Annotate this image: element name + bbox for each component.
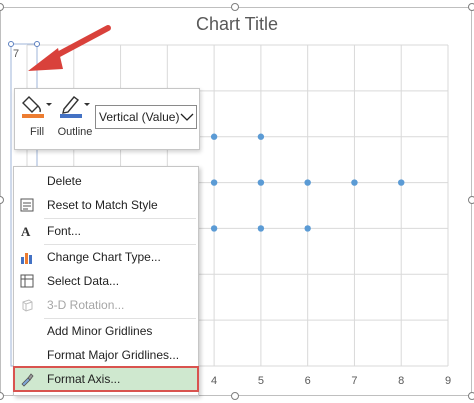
font-icon: A xyxy=(21,224,31,239)
menu-item-label: Reset to Match Style xyxy=(47,198,158,212)
menu-item-select-data[interactable]: Select Data... xyxy=(14,269,198,293)
chevron-down-icon xyxy=(180,113,194,121)
format-axis-icon xyxy=(21,373,34,387)
menu-item-format-axis[interactable]: Format Axis... xyxy=(13,366,199,392)
menu-item-label: Font... xyxy=(47,224,82,238)
menu-item-format-major-gridlines[interactable]: Format Major Gridlines... xyxy=(14,343,198,367)
menu-item-change-chart-type[interactable]: Change Chart Type... xyxy=(14,245,198,269)
menu-item-label: Delete xyxy=(47,174,82,188)
mini-toolbar: Fill Outline Vertical (Value) xyxy=(14,88,200,150)
context-menu: Delete Reset to Match Style A Font... Ch… xyxy=(13,166,199,396)
reset-style-icon xyxy=(20,198,34,212)
menu-item-label: Add Minor Gridlines xyxy=(47,324,153,338)
menu-item-reset-to-match-style[interactable]: Reset to Match Style xyxy=(14,193,198,217)
fill-label: Fill xyxy=(29,126,45,138)
3d-rotation-icon xyxy=(22,299,33,312)
chart-element-selector[interactable]: Vertical (Value) xyxy=(95,105,197,129)
menu-item-label: Change Chart Type... xyxy=(47,250,161,264)
menu-item-label: Format Axis... xyxy=(47,372,121,386)
svg-text:A: A xyxy=(21,224,31,239)
outline-label: Outline xyxy=(57,126,93,138)
menu-item-label: Format Major Gridlines... xyxy=(47,348,180,362)
chart-element-selector-value: Vertical (Value) xyxy=(99,110,180,124)
menu-item-add-minor-gridlines[interactable]: Add Minor Gridlines xyxy=(14,319,198,343)
select-data-icon xyxy=(20,274,34,288)
pen-icon xyxy=(60,96,90,118)
menu-item-delete[interactable]: Delete xyxy=(14,169,198,193)
fill-button[interactable]: Fill xyxy=(19,93,55,138)
menu-item-font[interactable]: A Font... xyxy=(14,219,198,243)
menu-item-label: 3-D Rotation... xyxy=(47,298,125,312)
paint-bucket-icon xyxy=(22,96,52,118)
chart-type-icon xyxy=(21,253,32,264)
outline-button[interactable]: Outline xyxy=(57,93,93,138)
menu-item-label: Select Data... xyxy=(47,274,120,288)
menu-item-3d-rotation: 3-D Rotation... xyxy=(14,293,198,317)
